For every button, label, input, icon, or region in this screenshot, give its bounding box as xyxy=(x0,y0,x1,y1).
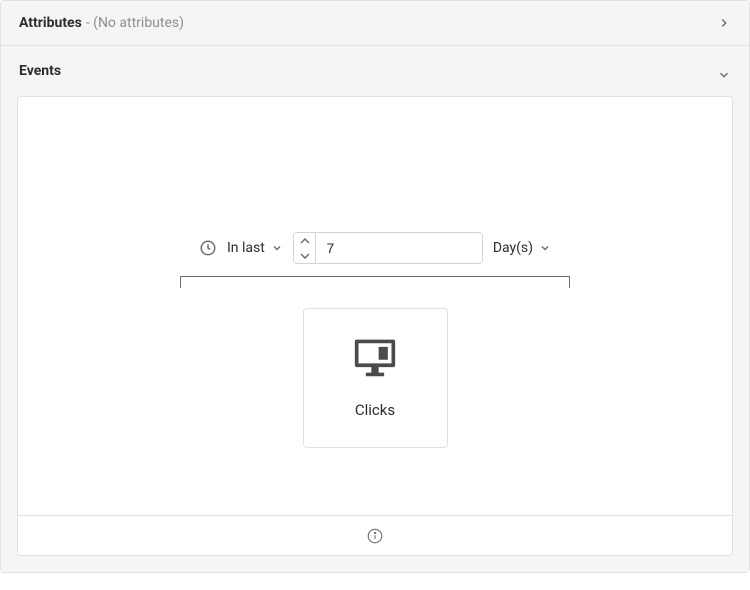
info-icon[interactable] xyxy=(366,527,384,545)
unit-dropdown[interactable]: Day(s) xyxy=(493,240,551,256)
time-bracket xyxy=(180,276,570,288)
event-card-label: Clicks xyxy=(355,401,395,419)
attributes-subtitle: - (No attributes) xyxy=(86,15,184,31)
clock-icon xyxy=(199,239,217,257)
chevron-down-icon xyxy=(271,242,283,254)
events-title: Events xyxy=(19,63,61,79)
chevron-right-icon xyxy=(717,16,731,30)
chevron-down-icon xyxy=(717,68,731,82)
stepper-up-button[interactable] xyxy=(294,233,316,248)
unit-label: Day(s) xyxy=(493,240,533,256)
attributes-panel-header[interactable]: Attributes - (No attributes) xyxy=(1,1,749,45)
time-filter-row: In last xyxy=(199,232,551,264)
range-type-dropdown[interactable]: In last xyxy=(227,240,283,256)
duration-field xyxy=(293,232,483,264)
canvas-footer xyxy=(18,515,732,555)
events-canvas: In last xyxy=(17,96,733,556)
stepper-down-button[interactable] xyxy=(294,248,316,263)
monitor-icon xyxy=(353,337,397,377)
event-card-clicks[interactable]: Clicks xyxy=(303,308,448,448)
chevron-down-icon xyxy=(539,242,551,254)
range-type-label: In last xyxy=(227,240,265,256)
duration-input[interactable] xyxy=(316,233,481,263)
events-panel-header[interactable]: Events xyxy=(1,46,749,96)
attributes-title: Attributes xyxy=(19,15,82,31)
